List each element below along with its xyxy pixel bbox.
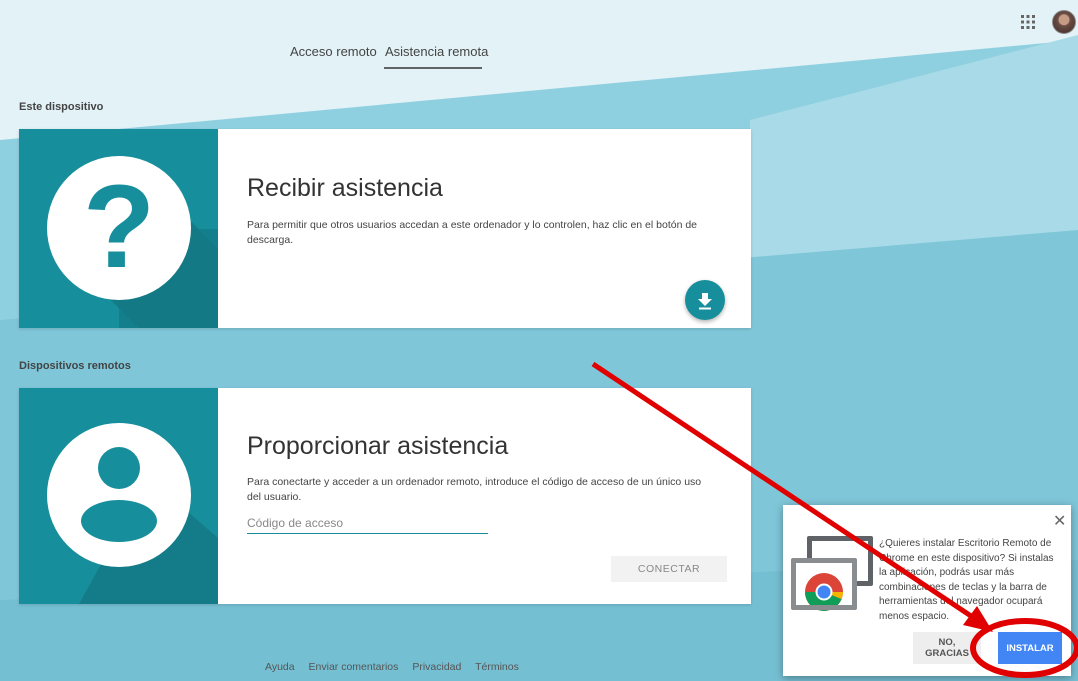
footer-links: Ayuda Enviar comentarios Privacidad Térm… <box>265 661 530 673</box>
footer-link-feedback[interactable]: Enviar comentarios <box>309 661 399 673</box>
apps-grid-icon[interactable] <box>1020 14 1036 30</box>
install-button[interactable]: INSTALAR <box>998 632 1062 664</box>
avatar[interactable] <box>1052 10 1076 34</box>
receive-assistance-description: Para permitir que otros usuarios accedan… <box>247 219 698 246</box>
section-label-remote-devices: Dispositivos remotos <box>19 360 131 372</box>
active-tab-indicator <box>384 67 482 69</box>
decline-install-button[interactable]: NO, GRACIAS <box>913 632 981 664</box>
provide-assistance-title: Proporcionar asistencia <box>247 432 509 460</box>
top-navigation: Acceso remoto Asistencia remota <box>0 0 1078 80</box>
footer-link-privacy[interactable]: Privacidad <box>412 661 461 673</box>
footer-link-terms[interactable]: Términos <box>475 661 519 673</box>
section-label-this-device: Este dispositivo <box>19 101 104 113</box>
close-icon[interactable]: ✕ <box>1053 511 1066 531</box>
tab-asistencia-remota[interactable]: Asistencia remota <box>385 44 488 59</box>
tab-acceso-remoto[interactable]: Acceso remoto <box>290 44 377 59</box>
install-prompt: ✕ ¿Quieres instalar Escritorio Remoto de… <box>783 505 1071 676</box>
connect-button[interactable]: CONECTAR <box>611 556 727 582</box>
download-icon <box>698 293 712 310</box>
provide-assistance-description: Para conectarte y acceder a un ordenador… <box>247 476 702 503</box>
footer-link-help[interactable]: Ayuda <box>265 661 295 673</box>
svg-text:?: ? <box>83 161 155 293</box>
provide-assistance-tile <box>19 388 218 604</box>
chrome-remote-desktop-icon <box>791 536 873 611</box>
person-icon <box>47 423 218 604</box>
question-mark-icon: ? <box>47 156 218 328</box>
provide-assistance-card: Proporcionar asistencia Para conectarte … <box>19 388 751 604</box>
receive-assistance-tile: ? <box>19 129 218 328</box>
receive-assistance-title: Recibir asistencia <box>247 174 443 202</box>
install-prompt-message: ¿Quieres instalar Escritorio Remoto de C… <box>879 538 1054 622</box>
receive-assistance-card: ? Recibir asistencia Para permitir que o… <box>19 129 751 328</box>
access-code-input[interactable] <box>247 513 488 534</box>
download-button[interactable] <box>685 280 725 320</box>
